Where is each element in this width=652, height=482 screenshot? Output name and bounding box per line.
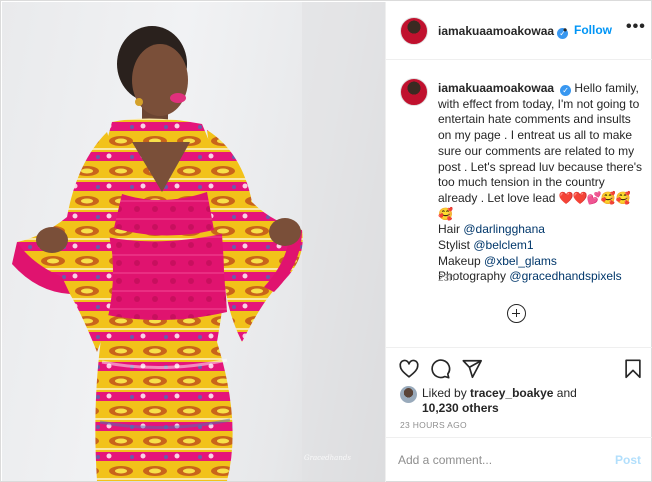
makeup-credit-mention[interactable]: @xbel_glams <box>484 254 557 268</box>
liked-by-prefix: Liked by <box>422 386 467 400</box>
heart-icon[interactable] <box>398 358 420 380</box>
comment-input[interactable] <box>398 450 588 470</box>
separator-dot: • <box>563 23 568 37</box>
photography-credit-mention[interactable]: @gracedhandspixels <box>509 269 621 283</box>
heart-emojis: ❤️❤️💕 <box>558 190 602 205</box>
comment-icon[interactable] <box>429 358 451 380</box>
caption-verified-badge-icon: ✓ <box>560 85 572 96</box>
post-timestamp[interactable]: 23 HOURS AGO <box>400 420 467 430</box>
liked-by-user[interactable]: tracey_boakye <box>470 386 553 400</box>
follow-button[interactable]: Follow <box>574 23 612 37</box>
stylist-credit-label: Stylist <box>438 238 471 253</box>
instagram-post-modal: Gracedhands iamakuaamoakowaa ✓ • Follow •… <box>0 0 652 482</box>
liked-by-and: and <box>556 386 577 400</box>
author-avatar[interactable] <box>400 17 428 45</box>
caption-section: iamakuaamoakowaa ✓ Hello family, with eff… <box>386 61 652 347</box>
more-options-icon[interactable]: ••• <box>626 18 646 36</box>
post-side-panel: iamakuaamoakowaa ✓ • Follow ••• iamakuaam… <box>385 2 652 482</box>
load-more-comments-icon[interactable] <box>507 304 526 323</box>
likes-others-count[interactable]: 10,230 others <box>422 401 499 415</box>
caption-username[interactable]: iamakuaamoakowaa <box>438 81 554 95</box>
photo-watermark: Gracedhands <box>304 454 351 462</box>
post-photo[interactable]: Gracedhands <box>2 2 385 481</box>
likes-summary: Liked by tracey_boakye and 10,230 others <box>422 386 577 416</box>
share-icon[interactable] <box>461 358 483 380</box>
post-comment-button[interactable]: Post <box>615 453 641 467</box>
author-username-text[interactable]: iamakuaamoakowaa <box>438 24 554 38</box>
makeup-credit-label: Makeup <box>438 253 481 268</box>
caption-body: Hello family, with effect from today, I'… <box>438 81 643 205</box>
caption-text: iamakuaamoakowaa ✓ Hello family, with eff… <box>438 81 643 285</box>
caption-time[interactable]: 23h <box>438 273 455 284</box>
post-header: iamakuaamoakowaa ✓ • Follow ••• <box>386 2 652 60</box>
hair-credit-label: Hair <box>438 222 461 237</box>
stylist-credit-mention[interactable]: @belclem1 <box>473 238 533 252</box>
liker-avatar[interactable] <box>400 386 417 403</box>
woman-in-kente-dress-illustration <box>12 2 385 481</box>
hair-credit-mention[interactable]: @darlingghana <box>463 222 545 236</box>
caption-author-avatar[interactable] <box>400 78 428 106</box>
bookmark-icon[interactable] <box>622 358 644 380</box>
action-bar: Liked by tracey_boakye and 10,230 others… <box>386 347 652 437</box>
author-username[interactable]: iamakuaamoakowaa ✓ <box>438 24 569 39</box>
comment-bar: Post <box>386 437 652 482</box>
